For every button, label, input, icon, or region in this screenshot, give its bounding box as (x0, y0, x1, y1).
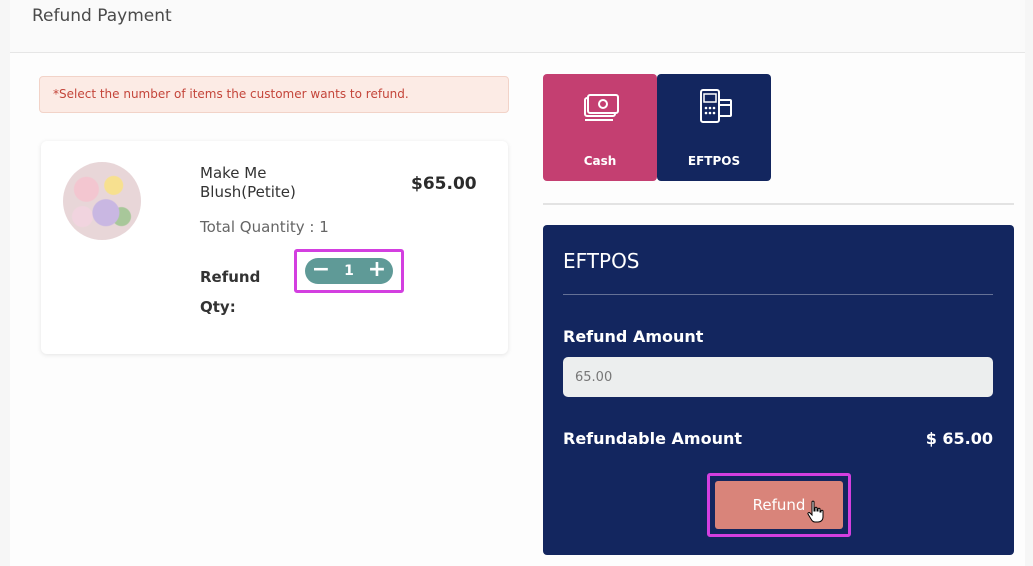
refundable-amount-label: Refundable Amount (563, 429, 742, 448)
stepper-highlight-box: − 1 + (294, 249, 404, 293)
decrement-button[interactable]: − (309, 258, 333, 284)
refund-amount-label: Refund Amount (563, 327, 704, 346)
refund-amount-input[interactable] (563, 357, 993, 397)
refund-quantity-value: 1 (344, 263, 354, 279)
refund-quantity-stepper[interactable]: − 1 + (305, 258, 393, 284)
refund-qty-label: Refund Qty: (200, 268, 261, 316)
panel-title: EFTPOS (563, 249, 640, 273)
product-price: $65.00 (411, 174, 477, 194)
product-name: Make Me Blush(Petite) (200, 164, 296, 201)
eftpos-payment-button[interactable]: EFTPOS (657, 74, 771, 181)
section-divider (543, 203, 1014, 205)
eftpos-terminal-icon (700, 89, 732, 123)
flower-bouquet-image (63, 162, 141, 240)
page-header: Refund Payment (10, 0, 1025, 53)
eftpos-refund-panel: EFTPOS Refund Amount Refundable Amount $… (543, 225, 1014, 555)
hand-cursor-icon (807, 500, 824, 523)
refund-instruction-notice: *Select the number of items the customer… (39, 76, 509, 113)
refundable-amount-value: $ 65.00 (925, 429, 993, 448)
cash-payment-button[interactable]: Cash (543, 74, 657, 181)
refund-highlight-box: Refund (707, 473, 851, 537)
cash-icon (584, 94, 619, 121)
cash-label: Cash (583, 154, 617, 168)
page-title: Refund Payment (32, 6, 172, 26)
eftpos-label: EFTPOS (687, 154, 741, 168)
product-card: Make Me Blush(Petite) $65.00 Total Quant… (41, 141, 508, 354)
increment-button[interactable]: + (365, 258, 389, 284)
total-quantity: Total Quantity : 1 (200, 218, 329, 236)
panel-divider (563, 294, 993, 295)
